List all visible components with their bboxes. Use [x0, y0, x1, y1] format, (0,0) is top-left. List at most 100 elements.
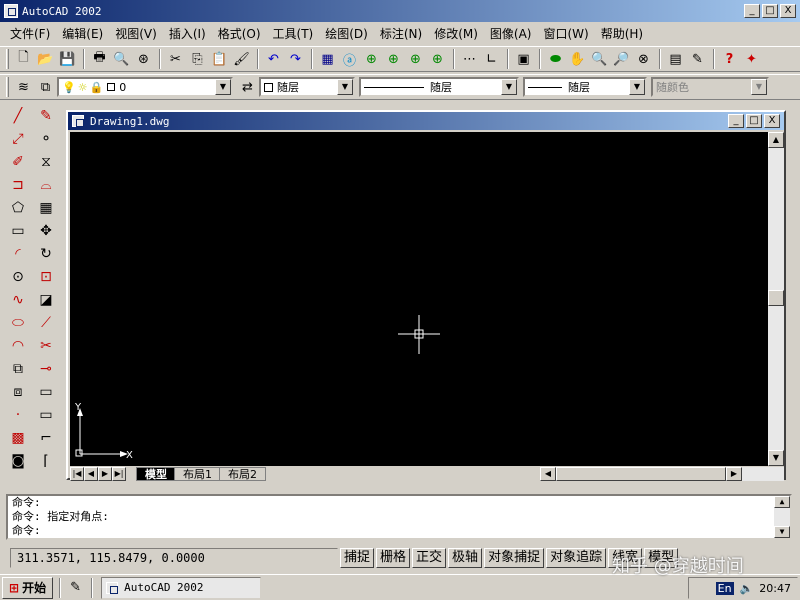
- scale-icon[interactable]: ⊡: [34, 265, 58, 288]
- color-dropdown[interactable]: 随层 ▼: [259, 77, 355, 97]
- break-icon[interactable]: ▭: [34, 380, 58, 403]
- layer-dropdown[interactable]: 💡 ☼ 🔒 0 ▼: [57, 77, 233, 97]
- zoom-realtime-icon[interactable]: 🔍: [589, 49, 610, 70]
- erase-icon[interactable]: ✎: [34, 104, 58, 127]
- spline-icon[interactable]: ∿: [6, 288, 30, 311]
- snap-toggle[interactable]: 捕捉: [340, 548, 375, 568]
- chamfer-icon[interactable]: ⌐: [34, 426, 58, 449]
- properties-icon[interactable]: ▤: [665, 49, 686, 70]
- chevron-down-icon[interactable]: ▼: [337, 79, 353, 95]
- coordinate-readout[interactable]: 311.3571, 115.8479, 0.0000: [10, 548, 338, 568]
- save-icon[interactable]: 💾: [57, 49, 78, 70]
- point-icon[interactable]: ·: [6, 403, 30, 426]
- extend-icon[interactable]: ⊸: [34, 357, 58, 380]
- maximize-button[interactable]: □: [762, 4, 778, 18]
- tab-first-button[interactable]: |◀: [70, 467, 84, 481]
- pan-realtime-icon[interactable]: ⊕: [383, 49, 404, 70]
- lineweight-dropdown[interactable]: 随层 ▼: [523, 77, 647, 97]
- start-button[interactable]: ⊞ 开始: [2, 576, 54, 599]
- drawing-minimize-button[interactable]: _: [728, 114, 744, 128]
- make-block-icon[interactable]: ⧈: [6, 380, 30, 403]
- redo-icon[interactable]: ↷: [285, 49, 306, 70]
- autocad-app-icon[interactable]: [4, 4, 18, 18]
- menu-modify[interactable]: 修改(M): [428, 25, 484, 42]
- chevron-down-icon[interactable]: ▼: [501, 79, 517, 95]
- polyline-icon[interactable]: ✐: [6, 150, 30, 173]
- menu-view[interactable]: 视图(V): [109, 25, 163, 42]
- autocad-today-icon[interactable]: ⓐ: [339, 49, 360, 70]
- tool-palette-icon[interactable]: ✎: [687, 49, 708, 70]
- clock[interactable]: 20:47: [759, 582, 791, 595]
- copy-icon[interactable]: ⎘: [187, 49, 208, 70]
- vertical-scrollbar[interactable]: ▲ ▼: [768, 132, 784, 466]
- offset-icon[interactable]: ⌓: [34, 173, 58, 196]
- named-views-icon[interactable]: ▣: [513, 49, 534, 70]
- fillet-icon[interactable]: ⌈: [34, 449, 58, 472]
- chevron-down-icon[interactable]: ▼: [629, 79, 645, 95]
- menu-file[interactable]: 文件(F): [4, 25, 56, 42]
- lengthen-icon[interactable]: ⟋: [34, 311, 58, 334]
- trim-icon[interactable]: ✂: [34, 334, 58, 357]
- menu-tools[interactable]: 工具(T): [267, 25, 320, 42]
- pan-icon[interactable]: ✋: [567, 49, 588, 70]
- design-center-icon[interactable]: ▦: [317, 49, 338, 70]
- layer-manager-icon[interactable]: ≋: [13, 77, 34, 98]
- open-file-icon[interactable]: 📂: [35, 49, 56, 70]
- drawing-close-button[interactable]: X: [764, 114, 780, 128]
- command-line[interactable]: 命令: 命令: 指定对角点: 命令: ▲ ▼: [6, 494, 792, 540]
- scroll-right-button[interactable]: ▶: [726, 467, 742, 481]
- close-button[interactable]: X: [780, 4, 796, 18]
- publish-icon[interactable]: ⊛: [133, 49, 154, 70]
- undo-icon[interactable]: ↶: [263, 49, 284, 70]
- grid-toggle[interactable]: 栅格: [376, 548, 411, 568]
- insert-block-icon[interactable]: ⧉: [6, 357, 30, 380]
- tab-prev-button[interactable]: ◀: [84, 467, 98, 481]
- drawing-canvas[interactable]: Y X: [70, 132, 768, 466]
- tab-model[interactable]: 模型: [136, 467, 176, 481]
- mirror-icon[interactable]: ⧖: [34, 150, 58, 173]
- ortho-toggle[interactable]: 正交: [412, 548, 447, 568]
- new-file-icon[interactable]: 🗋: [13, 49, 34, 70]
- horizontal-scrollbar[interactable]: ◀ ▶: [540, 467, 784, 481]
- ime-indicator[interactable]: En: [715, 581, 734, 595]
- scroll-up-button[interactable]: ▲: [774, 496, 790, 508]
- tab-last-button[interactable]: ▶|: [112, 467, 126, 481]
- construction-line-icon[interactable]: ⤢: [6, 127, 30, 150]
- menu-format[interactable]: 格式(O): [212, 25, 267, 42]
- stretch-icon[interactable]: ◪: [34, 288, 58, 311]
- menu-edit[interactable]: 编辑(E): [56, 25, 109, 42]
- hatch-icon[interactable]: ▩: [6, 426, 30, 449]
- polygon-icon[interactable]: ⊐: [6, 173, 30, 196]
- menu-image[interactable]: 图像(A): [484, 25, 538, 42]
- paste-icon[interactable]: 📋: [209, 49, 230, 70]
- layer-previous-icon[interactable]: ⇄: [237, 77, 258, 98]
- otrack-toggle[interactable]: 对象追踪: [546, 548, 607, 568]
- move-icon[interactable]: ✥: [34, 219, 58, 242]
- copy-object-icon[interactable]: ⚬: [34, 127, 58, 150]
- scroll-up-button[interactable]: ▲: [768, 132, 784, 148]
- quick-launch-icon[interactable]: ✎: [65, 577, 86, 598]
- scroll-thumb[interactable]: [768, 290, 784, 306]
- command-prompt[interactable]: 命令:: [12, 524, 790, 538]
- help-icon[interactable]: ?: [719, 49, 740, 70]
- tab-next-button[interactable]: ▶: [98, 467, 112, 481]
- menu-window[interactable]: 窗口(W): [537, 25, 594, 42]
- join-icon[interactable]: ▭: [34, 403, 58, 426]
- osnap-toggle[interactable]: 对象捕捉: [484, 548, 545, 568]
- zoom-window-2-icon[interactable]: 🔎: [611, 49, 632, 70]
- tab-layout2[interactable]: 布局2: [219, 467, 266, 481]
- array-icon[interactable]: ▦: [34, 196, 58, 219]
- chevron-down-icon[interactable]: ▼: [215, 79, 231, 95]
- menu-dimension[interactable]: 标注(N): [374, 25, 428, 42]
- rotate-icon[interactable]: ↻: [34, 242, 58, 265]
- print-preview-icon[interactable]: 🔍: [111, 49, 132, 70]
- ucs-icon[interactable]: ∟: [481, 49, 502, 70]
- match-properties-icon[interactable]: 🖌: [231, 49, 252, 70]
- line-icon[interactable]: ╱: [6, 104, 30, 127]
- arc-icon[interactable]: ◜: [6, 242, 30, 265]
- menu-insert[interactable]: 插入(I): [163, 25, 212, 42]
- circle-icon[interactable]: ⊙: [6, 265, 30, 288]
- zoom-window-icon[interactable]: ⊕: [405, 49, 426, 70]
- drawing-maximize-button[interactable]: □: [746, 114, 762, 128]
- web-browser-icon[interactable]: ⊕: [361, 49, 382, 70]
